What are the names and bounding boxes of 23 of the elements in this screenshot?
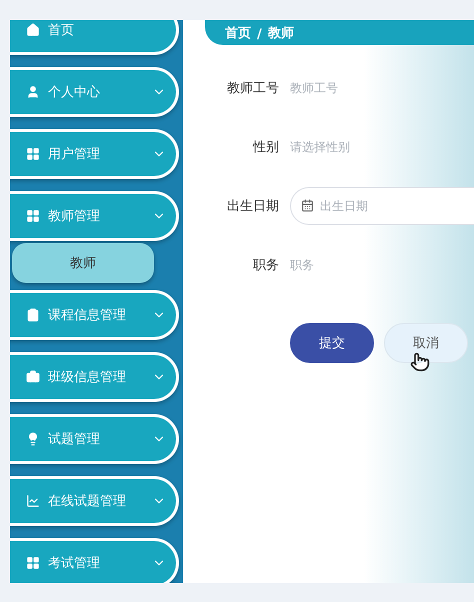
breadcrumb-link[interactable]: 教师	[268, 24, 294, 42]
sidebar-item[interactable]: 试题管理	[10, 414, 179, 464]
field-label: 教师工号	[226, 80, 279, 97]
cancel-button[interactable]: 取消	[384, 323, 468, 363]
field-label: 性别	[252, 139, 279, 156]
sidebar-item[interactable]: 考试管理	[10, 538, 179, 583]
breadcrumb-separator: /	[257, 27, 262, 42]
input-field[interactable]: 教师工号	[290, 70, 474, 106]
submit-button[interactable]: 提交	[290, 323, 374, 363]
select-field[interactable]: 请选择性别	[290, 129, 474, 165]
breadcrumb-link[interactable]: 首页	[225, 24, 251, 42]
input-field[interactable]: 职务	[290, 247, 474, 283]
sidebar-item[interactable]: 班级信息管理	[10, 352, 179, 402]
sidebar-item[interactable]: 首页	[10, 20, 179, 55]
field-label: 出生日期	[226, 198, 279, 215]
field-label: 职务	[252, 257, 279, 274]
sidebar-item[interactable]: 课程信息管理	[10, 290, 179, 340]
submenu-item[interactable]: 教师	[12, 243, 154, 283]
sidebar-item[interactable]: 教师管理	[10, 191, 179, 241]
sidebar-item[interactable]: 用户管理	[10, 129, 179, 179]
sidebar-item[interactable]: 个人中心	[10, 67, 179, 117]
sidebar-item[interactable]: 在线试题管理	[10, 476, 179, 526]
date-field[interactable]: 出生日期	[290, 187, 474, 225]
